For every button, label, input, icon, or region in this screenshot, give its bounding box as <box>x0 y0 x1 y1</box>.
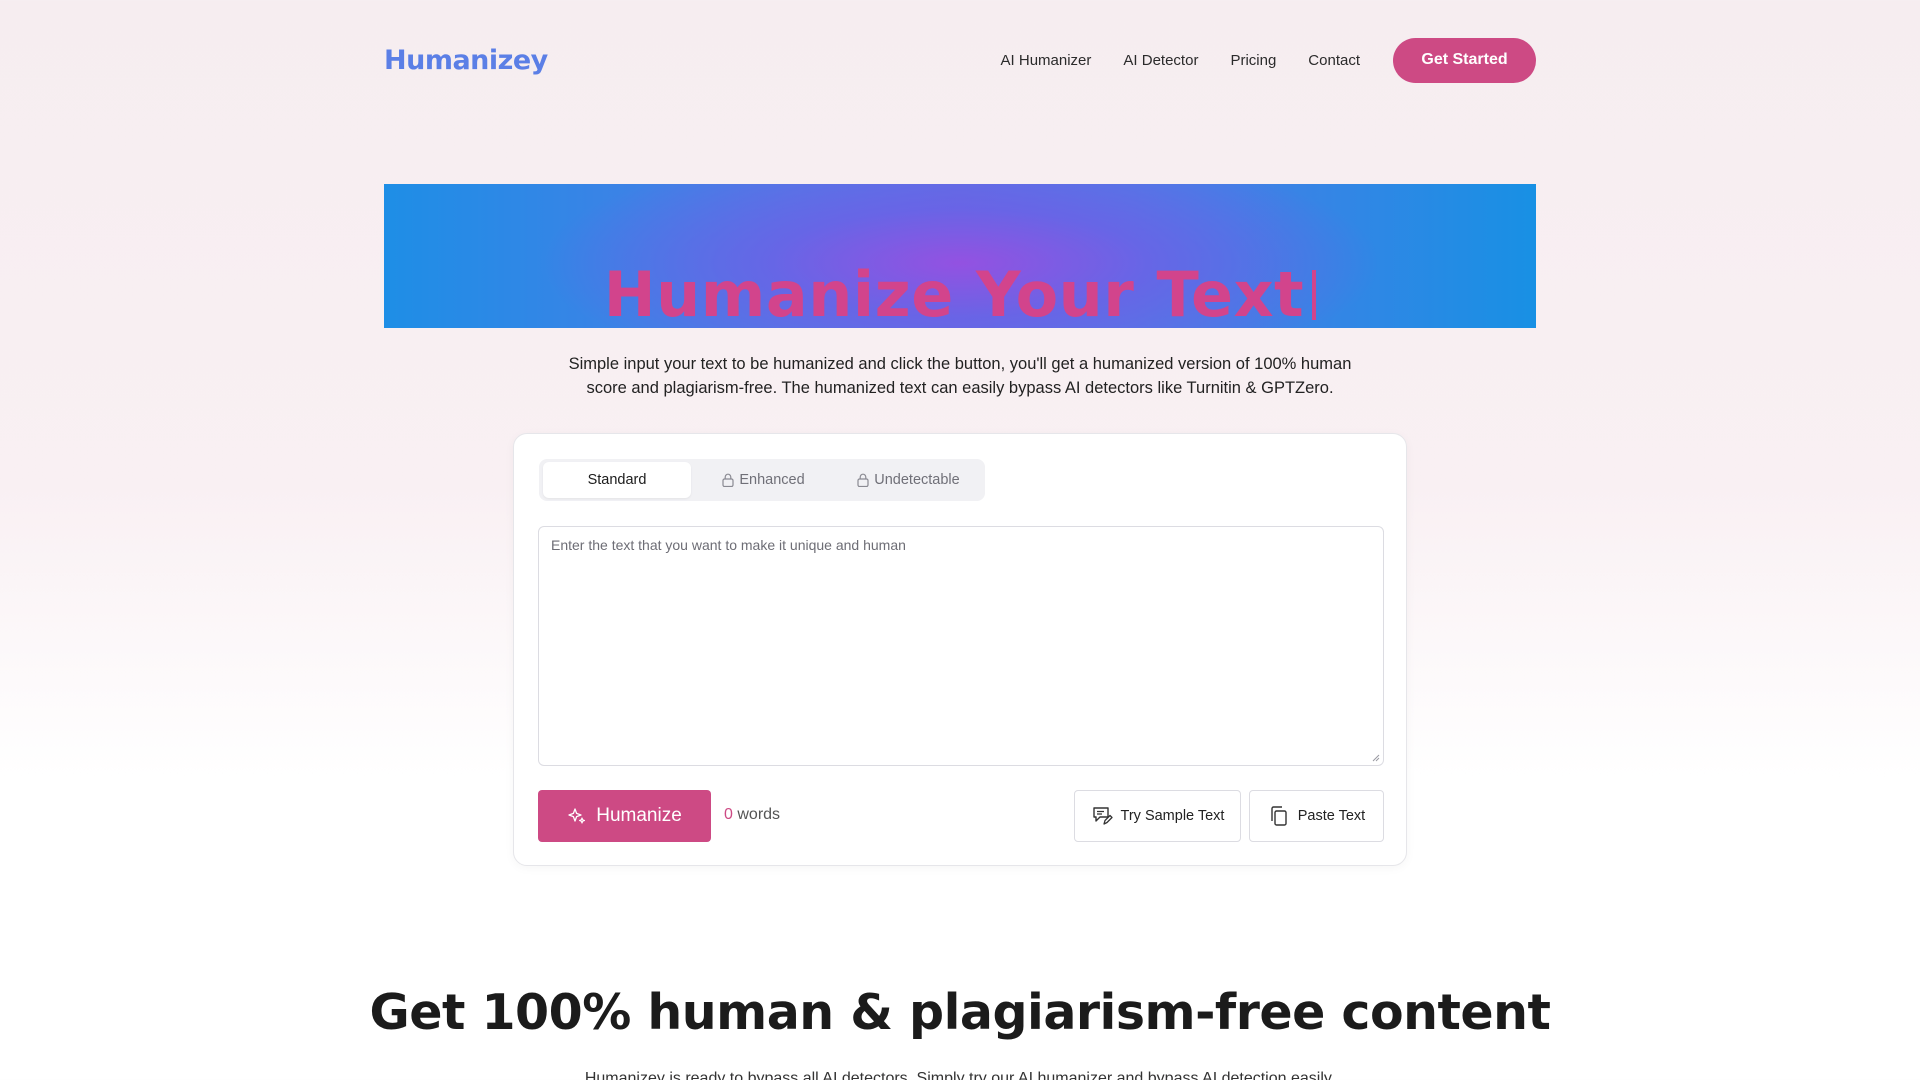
site-header: Humanizey AI Humanizer AI Detector Prici… <box>384 36 1536 84</box>
section-subtitle: Humanizey is ready to bypass all AI dete… <box>584 1070 1336 1080</box>
try-sample-text-label: Try Sample Text <box>1120 808 1225 824</box>
resize-grip-icon[interactable] <box>1372 754 1380 762</box>
tab-enhanced-label: Enhanced <box>739 472 805 488</box>
humanizer-card: Standard Enhanced Undetectable Huma <box>513 433 1407 866</box>
hero-subtitle: Simple input your text to be humanized a… <box>520 352 1400 400</box>
humanize-button[interactable]: Humanize <box>538 790 711 842</box>
get-started-button[interactable]: Get Started <box>1393 37 1536 83</box>
lock-icon <box>722 473 734 487</box>
sparkle-icon <box>568 808 586 824</box>
hero-title: Humanize Your Text <box>603 258 1305 328</box>
nav-contact[interactable]: Contact <box>1308 52 1360 69</box>
hero-title-wrap: Humanize Your Text <box>384 258 1536 328</box>
main-nav: AI Humanizer AI Detector Pricing Contact… <box>969 37 1536 83</box>
lock-icon <box>857 473 869 487</box>
word-count: 0 words <box>724 806 780 824</box>
mode-tabs: Standard Enhanced Undetectable <box>539 459 985 501</box>
section-title: Get 100% human & plagiarism-free content <box>369 984 1551 1041</box>
tab-undetectable-label: Undetectable <box>874 472 960 488</box>
copy-icon <box>1271 806 1287 826</box>
hero-subtitle-line2: score and plagiarism-free. The humanized… <box>586 379 1334 397</box>
tab-standard[interactable]: Standard <box>543 462 691 498</box>
paste-text-button[interactable]: Paste Text <box>1249 790 1384 842</box>
humanize-button-label: Humanize <box>596 805 682 826</box>
tab-undetectable[interactable]: Undetectable <box>836 462 981 498</box>
nav-ai-humanizer[interactable]: AI Humanizer <box>1001 52 1092 69</box>
hero-subtitle-line1: Simple input your text to be humanized a… <box>568 355 1352 373</box>
chat-edit-icon <box>1092 807 1113 825</box>
try-sample-text-button[interactable]: Try Sample Text <box>1074 790 1241 842</box>
tab-enhanced[interactable]: Enhanced <box>691 462 836 498</box>
typing-cursor <box>1312 270 1317 320</box>
nav-ai-detector[interactable]: AI Detector <box>1123 52 1198 69</box>
word-count-number: 0 <box>724 806 733 823</box>
paste-text-label: Paste Text <box>1297 808 1366 824</box>
hero-banner: Humanize Your Text <box>384 184 1536 328</box>
nav-pricing[interactable]: Pricing <box>1230 52 1276 69</box>
text-input[interactable] <box>539 527 1383 765</box>
logo[interactable]: Humanizey <box>384 45 548 76</box>
text-input-wrap <box>538 526 1384 766</box>
word-count-unit: words <box>737 806 781 823</box>
tab-standard-label: Standard <box>587 472 647 488</box>
